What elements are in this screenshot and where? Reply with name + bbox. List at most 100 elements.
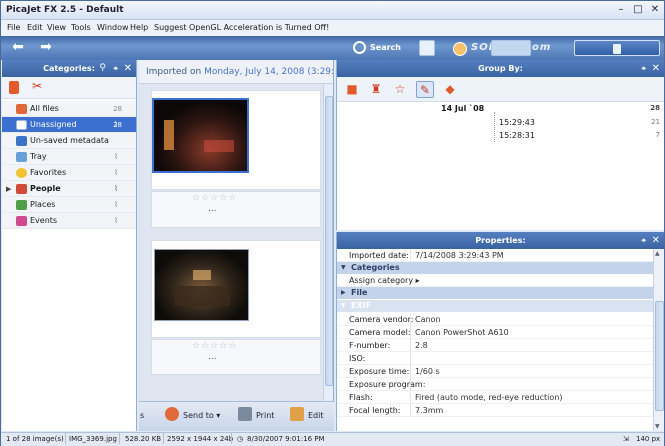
category-unassigned[interactable]: Unassigned ⌇ 28 (2, 117, 136, 133)
group-time-row[interactable]: 15:28:31 (499, 131, 535, 140)
exif-row: F-number: 2.8 (337, 339, 653, 352)
imported-date-row: Imported date: 7/14/2008 3:29:43 PM (337, 249, 653, 262)
scroll-down-icon[interactable]: ▼ (655, 423, 660, 430)
photo-light (193, 270, 211, 280)
property-key: Flash: (349, 393, 373, 402)
gear-icon[interactable] (453, 42, 467, 56)
category-events[interactable]: Events ⌇ (2, 213, 136, 229)
tag-group-icon[interactable]: ◆ (441, 81, 459, 98)
rating-stars[interactable]: ☆☆☆☆☆ (192, 193, 237, 203)
thumbnail-image[interactable] (154, 249, 249, 321)
header-prefix: Imported on (146, 67, 202, 77)
people-group-icon[interactable]: ♜ (367, 81, 385, 98)
group-count: 28 (650, 104, 660, 112)
image-view-icon[interactable] (419, 40, 435, 56)
thumbnail-info: ☆☆☆☆☆ ... (151, 191, 321, 228)
category-unsaved-metadata[interactable]: Un-saved metadata (2, 133, 136, 149)
tree-line (494, 112, 495, 142)
date-group-icon[interactable]: ✎ (416, 81, 434, 98)
property-key: Focal length: (349, 406, 401, 415)
more-dots[interactable]: ... (208, 204, 217, 214)
expand-arrow-icon[interactable]: ▶ (6, 181, 11, 197)
view-tab-1[interactable] (491, 40, 531, 56)
truncated-action[interactable]: s (140, 411, 144, 420)
group-time-row[interactable]: 15:29:43 (499, 118, 535, 127)
search-label: Search (370, 43, 401, 52)
scrollbar-thumb[interactable] (325, 96, 333, 386)
assign-category-link[interactable]: Assign category ▸ (349, 274, 420, 287)
menu-window[interactable]: Window (97, 23, 129, 32)
exif-row: Camera vendor: Canon (337, 313, 653, 326)
category-all-files[interactable]: All files 28 (2, 101, 136, 117)
forward-arrow-icon[interactable]: ➡ (35, 40, 57, 56)
thumbnail-cell[interactable] (151, 90, 321, 190)
scroll-up-icon[interactable]: ▲ (655, 250, 660, 257)
menu-edit[interactable]: Edit (27, 23, 43, 32)
category-list: All files 28 Unassigned ⌇ 28 Un-saved me… (2, 101, 136, 229)
section-categories[interactable]: ▼ Categories (337, 262, 653, 274)
assign-category-row[interactable]: Assign category ▸ (337, 274, 653, 287)
properties-scrollbar[interactable]: ▲ ▼ (653, 249, 664, 431)
printer-icon (238, 407, 252, 421)
categories-toolbar: ✂ (2, 77, 136, 99)
back-arrow-icon[interactable]: ⬅ (7, 40, 29, 56)
browser-scrollbar[interactable] (323, 84, 333, 404)
more-dots[interactable]: ... (208, 352, 217, 362)
pin-icon[interactable]: ⌖ (113, 60, 118, 77)
status-image-count: 1 of 28 image(s) (6, 435, 64, 443)
menu-tools[interactable]: Tools (71, 23, 91, 32)
print-button[interactable]: Print (238, 407, 275, 421)
pin-icon[interactable]: ⌖ (641, 232, 646, 249)
star-group-icon[interactable]: ☆ (391, 81, 409, 98)
send-to-label: Send to (183, 411, 214, 420)
category-favorites[interactable]: Favorites ⌇ (2, 165, 136, 181)
send-to-button[interactable]: Send to ▾ (165, 407, 220, 421)
category-label: Places (30, 200, 56, 209)
new-category-icon[interactable] (9, 81, 19, 94)
property-key: Exposure time: (349, 367, 410, 376)
group-date-row[interactable]: 14 Jul `08 (441, 104, 484, 113)
property-value: 1/60 s (415, 367, 440, 376)
print-label: Print (256, 411, 275, 420)
close-button[interactable]: ✕ (648, 4, 662, 16)
category-label: Tray (30, 152, 47, 161)
category-label: Events (30, 216, 58, 225)
close-icon[interactable]: ✕ (652, 60, 660, 77)
column-divider (410, 378, 411, 391)
view-tab-2[interactable] (574, 40, 660, 56)
paperclip-icon: ⌇ (114, 200, 118, 209)
pin-icon[interactable]: ⌖ (641, 60, 646, 77)
close-icon[interactable]: ✕ (652, 232, 660, 249)
search-icon[interactable]: ⚲ (99, 60, 106, 77)
exif-row: Exposure program: (337, 378, 653, 391)
menu-view[interactable]: View (47, 23, 66, 32)
scrollbar-thumb[interactable] (655, 301, 664, 411)
exif-row: Camera model: Canon PowerShot A610 (337, 326, 653, 339)
maximize-button[interactable]: □ (631, 4, 645, 16)
section-file[interactable]: ▶ File (337, 287, 653, 299)
category-tray[interactable]: Tray ⌇ (2, 149, 136, 165)
window-title: PicaJet FX 2.5 - Default (6, 5, 124, 15)
menu-suggest[interactable]: Suggest (154, 23, 187, 32)
edit-button[interactable]: Edit (290, 407, 324, 421)
column-divider (410, 391, 411, 404)
menu-help[interactable]: Help (130, 23, 148, 32)
assign-label: Assign category (349, 276, 414, 285)
zoom-icon: ⇲ (623, 435, 629, 443)
search-button[interactable]: Search (353, 40, 401, 56)
folder-group-icon[interactable]: ■ (343, 81, 361, 98)
main-toolbar: ⬅ ➡ Search SOFT32.com (1, 36, 664, 60)
property-key: Imported date: (349, 251, 409, 260)
status-separator (65, 433, 66, 444)
minimize-button[interactable]: – (614, 4, 628, 16)
rating-stars[interactable]: ☆☆☆☆☆ (192, 341, 237, 351)
menu-file[interactable]: File (7, 23, 20, 32)
thumbnail-cell[interactable] (151, 240, 321, 338)
category-places[interactable]: Places ⌇ (2, 197, 136, 213)
thumbnail-image[interactable] (152, 98, 249, 173)
close-icon[interactable]: ✕ (124, 60, 132, 77)
app-window: PicaJet FX 2.5 - Default – □ ✕ File Edit… (0, 0, 665, 446)
delete-category-icon[interactable]: ✂ (32, 79, 42, 93)
category-people[interactable]: ▶ People ⌇ (2, 181, 136, 197)
section-exif[interactable]: ▼ EXIF (337, 300, 653, 312)
